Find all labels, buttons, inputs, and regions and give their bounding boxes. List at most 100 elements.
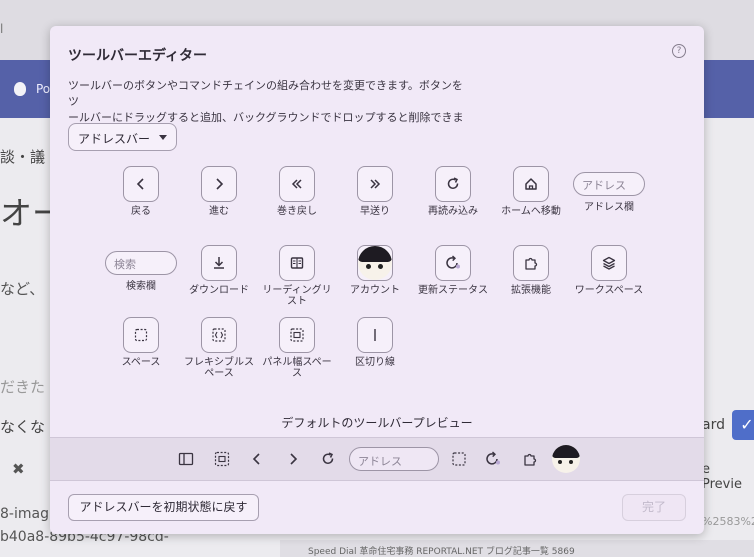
help-icon[interactable]: ?: [672, 44, 686, 58]
toolbar-item-reload[interactable]: 再読み込み: [414, 166, 492, 217]
rewind-button[interactable]: [279, 166, 315, 202]
item-label: 再読み込み: [428, 206, 478, 217]
update-status-icon: [446, 255, 460, 269]
book-icon: [290, 257, 304, 269]
toolbar-item-rewind[interactable]: 巻き戻し: [258, 166, 336, 217]
preview-address-field[interactable]: アドレス: [349, 447, 439, 471]
item-label: 拡張機能: [511, 285, 551, 296]
toolbar-preview: アドレス: [50, 437, 704, 481]
item-label: ワークスペース: [574, 285, 644, 296]
extensions-button[interactable]: [513, 245, 549, 281]
separator-icon: [374, 329, 376, 341]
puzzle-icon: ✖: [12, 460, 25, 478]
toolbar-item-space[interactable]: スペース: [102, 317, 180, 368]
item-label: スペース: [121, 357, 161, 368]
background-tab-text: l: [0, 22, 4, 36]
toolbar-item-update-status[interactable]: 更新ステータス: [414, 245, 492, 296]
fire-icon: [14, 82, 26, 96]
background-text: e Previe: [702, 462, 742, 492]
toolbar-item-forward[interactable]: 進む: [180, 166, 258, 217]
account-avatar[interactable]: [552, 445, 580, 473]
separator-button[interactable]: [357, 317, 393, 353]
item-label: パネル幅スペース: [262, 357, 332, 379]
update-status-button[interactable]: [435, 245, 471, 281]
toolbar-item-back[interactable]: 戻る: [102, 166, 180, 217]
forward-button[interactable]: [201, 166, 237, 202]
item-label: 区切り線: [355, 357, 395, 368]
chevron-down-icon: [159, 135, 167, 140]
chevron-right-icon[interactable]: [285, 451, 301, 467]
reset-address-bar-button[interactable]: アドレスバーを初期状態に戻す: [68, 494, 259, 521]
update-status-icon[interactable]: [484, 450, 502, 468]
toolbar-item-separator[interactable]: 区切り線: [336, 317, 414, 368]
reading-list-button[interactable]: [279, 245, 315, 281]
item-label: 早送り: [360, 206, 390, 217]
item-label: 巻き戻し: [277, 206, 317, 217]
toolbar-select-value: アドレスバー: [78, 132, 151, 146]
chevron-right-icon: [216, 178, 224, 190]
search-field[interactable]: 検索: [105, 251, 177, 275]
workspaces-button[interactable]: [591, 245, 627, 281]
dialog-title: ツールバーエディター: [68, 48, 208, 64]
flexible-space-icon: [212, 328, 226, 342]
toolbar-item-fast-forward[interactable]: 早送り: [336, 166, 414, 217]
toolbar-item-address-field[interactable]: アドレス アドレス欄: [570, 166, 648, 213]
fast-forward-button[interactable]: [357, 166, 393, 202]
puzzle-icon: [525, 257, 538, 270]
background-nav-text: Po: [36, 82, 51, 96]
done-button[interactable]: 完了: [622, 494, 686, 521]
puzzle-icon[interactable]: [522, 451, 538, 467]
toolbar-item-download[interactable]: ダウンロード: [180, 245, 258, 296]
item-label: アカウント: [350, 285, 400, 296]
reload-icon[interactable]: [320, 451, 336, 467]
toolbar-item-account[interactable]: アカウント: [336, 245, 414, 296]
background-text: など、: [0, 280, 45, 298]
address-field[interactable]: アドレス: [573, 172, 645, 196]
toolbar-editor-dialog: ツールバーエディター ? ツールバーのボタンやコマンドチェインの組み合わせを変更…: [50, 26, 704, 534]
panel-width-space-icon: [290, 328, 304, 342]
home-button[interactable]: [513, 166, 549, 202]
toolbar-item-workspaces[interactable]: ワークスペース: [570, 245, 648, 296]
layers-icon: [602, 256, 616, 270]
item-label: フレキシブルスペース: [184, 357, 254, 379]
toolbar-item-reading-list[interactable]: リーディングリスト: [258, 245, 336, 307]
toolbar-item-search-field[interactable]: 検索 検索欄: [102, 245, 180, 292]
item-label: 進む: [209, 206, 229, 217]
avatar: [552, 445, 580, 473]
panel-toggle-icon[interactable]: [178, 451, 194, 467]
toolbar-item-panel-width-space[interactable]: パネル幅スペース: [258, 317, 336, 379]
background-text: なくな: [0, 418, 46, 436]
fast-forward-icon: [370, 179, 381, 189]
space-icon[interactable]: [451, 451, 467, 467]
back-button[interactable]: [123, 166, 159, 202]
panel-width-space-button[interactable]: [279, 317, 315, 353]
space-icon: [134, 328, 148, 342]
item-label: ダウンロード: [189, 285, 249, 296]
item-label: ホームへ移動: [501, 206, 561, 217]
chevron-left-icon[interactable]: [249, 451, 265, 467]
toolbar-select[interactable]: アドレスバー: [68, 123, 177, 151]
download-button[interactable]: [201, 245, 237, 281]
reload-icon: [447, 177, 459, 189]
toolbar-item-flexible-space[interactable]: フレキシブルスペース: [180, 317, 258, 379]
background-text: だきた: [0, 378, 46, 396]
background-text: 談・議: [0, 148, 46, 166]
background-text: %2583%2: [702, 515, 754, 528]
background-bookmarks-bar: Speed Dial 革命住宅事務 REPORTAL.NET ブログ記事一覧 5…: [280, 540, 754, 557]
space-button[interactable]: [123, 317, 159, 353]
item-label: リーディングリスト: [262, 285, 332, 307]
panel-width-space-icon[interactable]: [214, 451, 230, 467]
avatar: [358, 246, 392, 280]
toolbar-item-home[interactable]: ホームへ移動: [492, 166, 570, 217]
item-label: 更新ステータス: [418, 285, 488, 296]
rewind-icon: [291, 179, 302, 189]
reload-button[interactable]: [435, 166, 471, 202]
account-button[interactable]: [357, 245, 393, 281]
chevron-left-icon: [136, 178, 144, 190]
preview-title: デフォルトのツールバープレビュー: [281, 416, 473, 430]
download-icon: [214, 257, 224, 269]
home-icon: [525, 178, 537, 190]
toolbar-item-extensions[interactable]: 拡張機能: [492, 245, 570, 296]
item-label: アドレス欄: [584, 202, 634, 213]
flexible-space-button[interactable]: [201, 317, 237, 353]
